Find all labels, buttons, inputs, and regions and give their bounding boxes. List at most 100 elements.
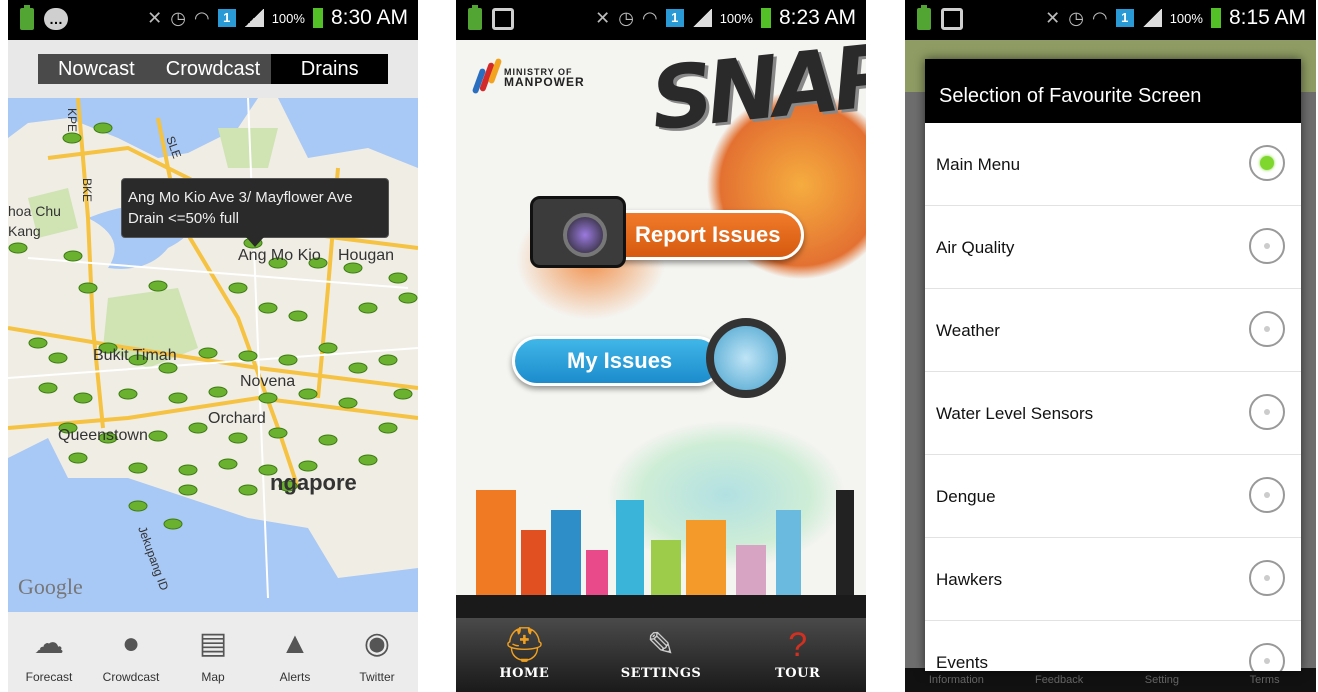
- signal-icon: [243, 9, 264, 27]
- map-icon: ▤: [198, 627, 228, 660]
- segment-drains[interactable]: Drains: [271, 54, 389, 84]
- segment-crowdcast[interactable]: Crowdcast: [155, 54, 272, 84]
- option-air-quality[interactable]: Air Quality: [925, 206, 1301, 289]
- wifi-icon: ◠: [641, 7, 658, 28]
- tab-forecast[interactable]: ☁ Forecast: [8, 612, 90, 692]
- option-main-menu[interactable]: Main Menu: [925, 123, 1301, 206]
- share-notification-icon: [492, 8, 514, 30]
- radio-button[interactable]: [1249, 228, 1285, 264]
- wifi-icon: ◠: [193, 7, 210, 28]
- radio-button[interactable]: [1249, 477, 1285, 513]
- snap-wordmark: SNAP: [646, 25, 866, 151]
- tab-twitter[interactable]: ◉ Twitter: [336, 612, 418, 692]
- signal-icon: [691, 9, 712, 27]
- nav-label: HOME: [499, 666, 550, 681]
- option-label: Main Menu: [936, 155, 1021, 174]
- option-weather[interactable]: Weather: [925, 289, 1301, 372]
- option-events[interactable]: Events: [925, 621, 1301, 671]
- dialog-title: Selection of Favourite Screen: [925, 59, 1301, 123]
- logo-line2: MANPOWER: [504, 74, 585, 89]
- alarm-icon: ◷: [618, 7, 634, 28]
- status-bar: … ✕ ◷ ◠ 1 100% 8:30 AM: [8, 0, 418, 40]
- twitter-icon: ◉: [363, 627, 391, 660]
- map-label-kang: Kang: [8, 223, 41, 239]
- favourite-screen: ✕ ◷ ◠ 1 100% 8:15 AM Air Quality Informa…: [905, 0, 1316, 692]
- bell-icon: ▲: [280, 627, 310, 660]
- tab-label: Forecast: [25, 670, 73, 684]
- option-water-level-sensors[interactable]: Water Level Sensors: [925, 372, 1301, 455]
- network-badge: 1: [665, 9, 684, 27]
- radio-button[interactable]: [1249, 643, 1285, 671]
- mode-segmented-control: Nowcast Crowdcast Drains: [38, 54, 389, 84]
- mute-icon: ✕: [1045, 7, 1061, 28]
- nav-home[interactable]: ⛑ HOME: [456, 618, 593, 692]
- mom-logo-icon: [471, 57, 503, 96]
- mute-icon: ✕: [595, 7, 611, 28]
- footer-terms: Terms: [1249, 674, 1280, 686]
- map-label-bukit-timah: Bukit Timah: [93, 347, 177, 364]
- drains-screen: … ✕ ◷ ◠ 1 100% 8:30 AM Nowcast Crowdcast…: [8, 0, 418, 692]
- battery-percent: 100%: [719, 10, 753, 26]
- my-issues-button[interactable]: My Issues: [512, 336, 722, 386]
- radio-button[interactable]: [1249, 311, 1285, 347]
- battery-icon: [760, 8, 771, 28]
- mute-icon: ✕: [147, 7, 163, 28]
- google-logo: Google: [18, 574, 83, 599]
- city-skyline: [456, 490, 866, 620]
- option-label: Water Level Sensors: [936, 404, 1094, 423]
- background-footer: Information Feedback Setting Terms: [905, 668, 1316, 692]
- footer-feedback: Feedback: [1034, 674, 1084, 686]
- clock: 8:23 AM: [778, 6, 856, 29]
- map-label-bke: BKE: [80, 178, 94, 202]
- status-bar: ✕ ◷ ◠ 1 100% 8:15 AM: [905, 0, 1316, 40]
- alarm-icon: ◷: [1068, 7, 1084, 28]
- battery-icon: [1210, 8, 1221, 28]
- footer-information: Information: [928, 674, 984, 686]
- drains-map[interactable]: Ang Mo Kio Hougan Bukit Timah Novena Orc…: [8, 98, 418, 612]
- map-label-hougang: Hougan: [338, 247, 394, 264]
- magnifier-icon: [706, 318, 786, 398]
- nav-label: SETTINGS: [620, 666, 702, 681]
- map-label-queenstown: Queenstown: [58, 427, 148, 444]
- nav-settings[interactable]: ✎ SETTINGS: [593, 618, 730, 692]
- map-label-kpe: KPE: [65, 108, 79, 132]
- option-dengue[interactable]: Dengue: [925, 455, 1301, 538]
- question-sign-icon: ?: [788, 626, 808, 664]
- radio-button[interactable]: [1249, 394, 1285, 430]
- snap-screen: ✕ ◷ ◠ 1 100% 8:23 AM MINISTRY OF MANPOWE…: [456, 0, 866, 692]
- bottom-tab-bar: ☁ Forecast ● Crowdcast ▤ Map ▲ Alerts ◉ …: [8, 612, 418, 692]
- battery-percent: 100%: [1169, 10, 1203, 26]
- camera-icon: [530, 196, 626, 268]
- map-label-novena: Novena: [240, 373, 295, 390]
- cloud-icon: ☁: [34, 627, 64, 660]
- battery-notification-icon: [20, 5, 34, 30]
- drain-tooltip[interactable]: Ang Mo Kio Ave 3/ Mayflower Ave Drain <=…: [121, 178, 389, 247]
- segment-nowcast[interactable]: Nowcast: [38, 54, 155, 84]
- wrench-icon: ✎: [646, 626, 676, 664]
- nav-tour[interactable]: ? TOUR: [729, 618, 866, 692]
- speech-bubble-icon: ●: [121, 627, 141, 660]
- snap-bottom-nav: ⛑ HOME ✎ SETTINGS ? TOUR: [456, 618, 866, 692]
- battery-notification-icon: [917, 5, 931, 30]
- chat-notification-icon: …: [44, 8, 68, 30]
- footer-setting: Setting: [1144, 674, 1179, 686]
- map-label-orchard: Orchard: [208, 410, 266, 427]
- option-label: Air Quality: [936, 238, 1015, 257]
- tooltip-status: Drain <=50% full: [128, 210, 239, 227]
- tab-label: Crowdcast: [102, 670, 160, 684]
- tab-alerts[interactable]: ▲ Alerts: [254, 612, 336, 692]
- clock: 8:15 AM: [1228, 6, 1306, 29]
- share-notification-icon: [941, 8, 963, 30]
- radio-button[interactable]: [1249, 560, 1285, 596]
- tab-crowdcast[interactable]: ● Crowdcast: [90, 612, 172, 692]
- network-badge: 1: [1115, 9, 1134, 27]
- option-label: Events: [936, 653, 988, 671]
- battery-icon: [312, 8, 323, 28]
- signal-icon: [1141, 9, 1162, 27]
- hardhat-icon: ⛑: [502, 626, 546, 664]
- radio-selected[interactable]: [1249, 145, 1285, 181]
- clock: 8:30 AM: [330, 6, 408, 29]
- tab-map[interactable]: ▤ Map: [172, 612, 254, 692]
- wifi-icon: ◠: [1091, 7, 1108, 28]
- option-hawkers[interactable]: Hawkers: [925, 538, 1301, 621]
